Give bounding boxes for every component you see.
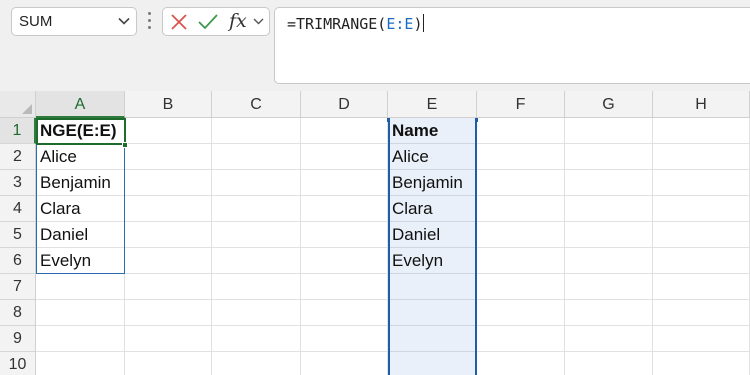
row-header-10[interactable]: 10	[0, 352, 36, 375]
formula-range-reference: E:E	[386, 15, 414, 33]
name-box-value: SUM	[19, 13, 53, 30]
name-box[interactable]: SUM	[11, 7, 137, 36]
row-header-8[interactable]: 8	[0, 300, 36, 326]
cell-a4[interactable]: Clara	[36, 196, 125, 222]
row-header-5[interactable]: 5	[0, 222, 36, 248]
insert-function-button[interactable]: fx	[229, 10, 247, 32]
select-all-corner[interactable]	[0, 91, 36, 118]
row-header-6[interactable]: 6	[0, 248, 36, 274]
cell-a6[interactable]: Evelyn	[36, 248, 125, 274]
cell-e4[interactable]: Clara	[388, 196, 477, 222]
cell-a3[interactable]: Benjamin	[36, 170, 125, 196]
row-header-2[interactable]: 2	[0, 144, 36, 170]
formula-controls: fx	[162, 7, 270, 36]
row-header-1[interactable]: 1	[0, 118, 36, 144]
column-header-b[interactable]: B	[125, 91, 212, 118]
cell-e5[interactable]: Daniel	[388, 222, 477, 248]
formula-input[interactable]: =TRIMRANGE(E:E)	[274, 7, 750, 84]
formula-prefix: =TRIMRANGE(	[287, 15, 387, 33]
column-header-d[interactable]: D	[301, 91, 388, 118]
active-cell-border	[36, 118, 126, 145]
cell-a2[interactable]: Alice	[36, 144, 125, 170]
cell-e3[interactable]: Benjamin	[388, 170, 477, 196]
more-options-icon[interactable]	[146, 10, 154, 32]
cell-e6[interactable]: Evelyn	[388, 248, 477, 274]
column-header-h[interactable]: H	[653, 91, 750, 118]
column-header-c[interactable]: C	[212, 91, 301, 118]
column-header-e[interactable]: E	[388, 91, 477, 118]
row-header-4[interactable]: 4	[0, 196, 36, 222]
fill-handle[interactable]	[122, 142, 128, 148]
formula-text: =TRIMRANGE(E:E)	[287, 14, 425, 33]
row-header-9[interactable]: 9	[0, 326, 36, 352]
row-header-7[interactable]: 7	[0, 274, 36, 300]
cancel-icon[interactable]	[170, 13, 188, 31]
column-header-f[interactable]: F	[477, 91, 565, 118]
row-header-3[interactable]: 3	[0, 170, 36, 196]
spreadsheet-grid[interactable]: ABCDEFGH 1 2 3 4 5 6 7 8 9 10 NGE(E:E) Alice Benjam…	[0, 91, 750, 375]
chevron-down-icon[interactable]	[118, 17, 130, 25]
chevron-down-icon[interactable]	[253, 18, 264, 25]
cell-e1[interactable]: Name	[388, 118, 477, 144]
column-header-a[interactable]: A	[36, 91, 125, 118]
cell-a5[interactable]: Daniel	[36, 222, 125, 248]
enter-check-icon[interactable]	[197, 13, 219, 31]
column-header-g[interactable]: G	[565, 91, 653, 118]
cell-e2[interactable]: Alice	[388, 144, 477, 170]
text-caret	[423, 14, 425, 32]
formula-suffix: )	[413, 15, 423, 33]
